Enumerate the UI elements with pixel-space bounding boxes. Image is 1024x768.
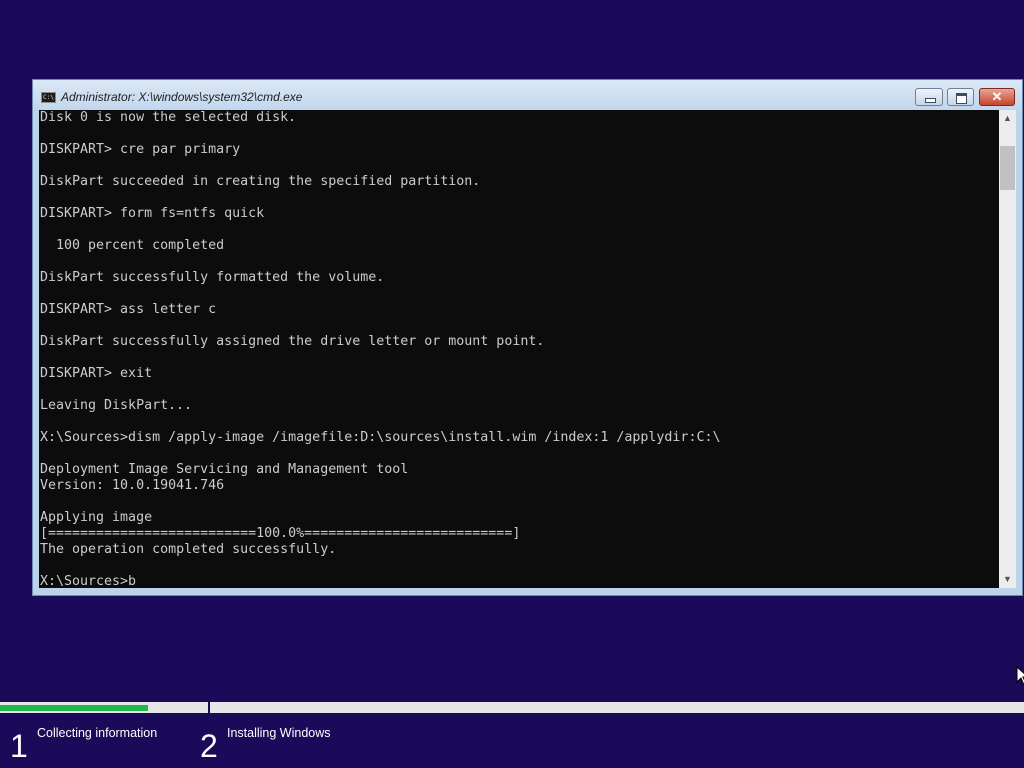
setup-progress-fill [0, 705, 149, 711]
scroll-down-icon[interactable]: ▼ [999, 571, 1016, 588]
setup-progress-bar [0, 702, 1024, 713]
console-line: Disk 0 is now the selected disk. [40, 110, 297, 125]
scroll-up-icon[interactable]: ▲ [999, 110, 1016, 127]
console-line: DiskPart succeeded in creating the speci… [40, 174, 481, 189]
step-label: Installing Windows [227, 726, 331, 740]
console-line: DISKPART> exit [40, 366, 153, 381]
console-line: DiskPart successfully formatted the volu… [40, 270, 385, 285]
minimize-button[interactable] [915, 88, 943, 106]
console-line: Applying image [40, 510, 153, 525]
scroll-thumb[interactable] [1000, 146, 1015, 190]
console-line: [==========================100.0%=======… [40, 526, 521, 541]
console-lines: Disk 0 is now the selected disk. DISKPART… [40, 110, 720, 588]
console-output[interactable]: Disk 0 is now the selected disk. DISKPART… [39, 110, 999, 588]
console-line: X:\Sources>dism /apply-image /imagefile:… [40, 430, 721, 445]
step-number: 2 [200, 728, 218, 764]
step-label: Collecting information [37, 726, 158, 740]
console-line: The operation completed successfully. [40, 542, 337, 557]
console-line: DISKPART> cre par primary [40, 142, 241, 157]
close-icon: ✕ [991, 89, 1003, 104]
console-line: DISKPART> form fs=ntfs quick [40, 206, 265, 221]
maximize-icon [956, 93, 967, 104]
cmd-window[interactable]: C:\ Administrator: X:\windows\system32\c… [32, 79, 1023, 596]
mouse-pointer-icon [1016, 666, 1024, 686]
console-line: Deployment Image Servicing and Managemen… [40, 462, 409, 477]
vertical-scrollbar[interactable]: ▲ ▼ [999, 110, 1016, 588]
console-line: Leaving DiskPart... [40, 398, 193, 413]
close-button[interactable]: ✕ [979, 88, 1015, 106]
console-line: 100 percent completed [40, 238, 225, 253]
maximize-button[interactable] [947, 88, 974, 106]
cmd-icon: C:\ [41, 92, 56, 103]
console-line: DISKPART> ass letter c [40, 302, 217, 317]
console-line: DiskPart successfully assigned the drive… [40, 334, 545, 349]
minimize-icon [925, 98, 936, 103]
window-title: Administrator: X:\windows\system32\cmd.e… [61, 90, 303, 104]
title-bar[interactable]: C:\ Administrator: X:\windows\system32\c… [33, 80, 1022, 110]
step-number: 1 [10, 728, 28, 764]
console-line: Version: 10.0.19041.746 [40, 478, 225, 493]
progress-step-divider [208, 702, 210, 713]
console-line: X:\Sources>b [40, 574, 137, 588]
